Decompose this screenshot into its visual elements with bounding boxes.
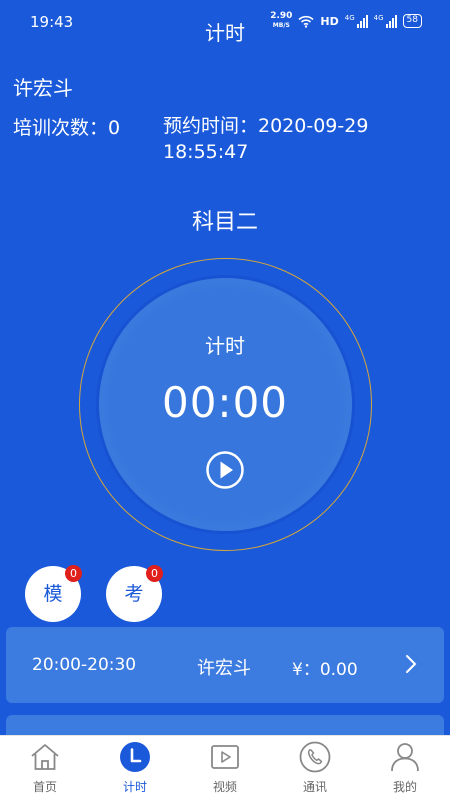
home-icon bbox=[31, 744, 59, 770]
phone-icon bbox=[299, 741, 331, 773]
page-title: 计时 bbox=[205, 21, 245, 45]
train-count: 培训次数：0 bbox=[13, 117, 121, 139]
play-button[interactable] bbox=[205, 450, 245, 490]
appointment-slot-time: 20:00-20:30 bbox=[32, 655, 137, 675]
appointment-student: 许宏斗 bbox=[197, 658, 251, 679]
nav-profile-label: 我的 bbox=[392, 780, 417, 794]
nav-video[interactable]: 视频 bbox=[180, 736, 270, 800]
bottom-nav: 首页 计时 视频 通讯 我的 bbox=[0, 735, 450, 800]
exam-badge: 0 bbox=[146, 565, 163, 582]
nav-home-label: 首页 bbox=[32, 780, 57, 794]
mock-badge: 0 bbox=[65, 565, 82, 582]
nav-profile[interactable]: 我的 bbox=[360, 736, 450, 800]
student-name: 许宏斗 bbox=[13, 76, 73, 100]
nav-contacts[interactable]: 通讯 bbox=[270, 736, 360, 800]
clock-icon bbox=[120, 742, 150, 772]
appointment-time: 预约时间：2020-09-29 18:55:47 bbox=[163, 115, 369, 163]
chevron-right-icon bbox=[406, 655, 417, 673]
nav-home[interactable]: 首页 bbox=[0, 736, 90, 800]
nav-video-label: 视频 bbox=[212, 780, 237, 794]
play-icon bbox=[220, 461, 233, 479]
nav-timer-label: 计时 bbox=[122, 780, 147, 794]
subject-title: 科目二 bbox=[191, 210, 258, 235]
timer-label: 计时 bbox=[205, 334, 245, 358]
user-icon bbox=[391, 743, 419, 772]
timer-value: 00:00 bbox=[161, 378, 289, 427]
nav-contacts-label: 通讯 bbox=[302, 780, 327, 794]
video-icon bbox=[211, 745, 239, 769]
appointment-fee: ¥：0.00 bbox=[292, 660, 358, 680]
nav-timer[interactable]: 计时 bbox=[90, 736, 180, 800]
appointment-row[interactable]: 20:00-20:30 许宏斗 ¥：0.00 bbox=[6, 627, 444, 703]
